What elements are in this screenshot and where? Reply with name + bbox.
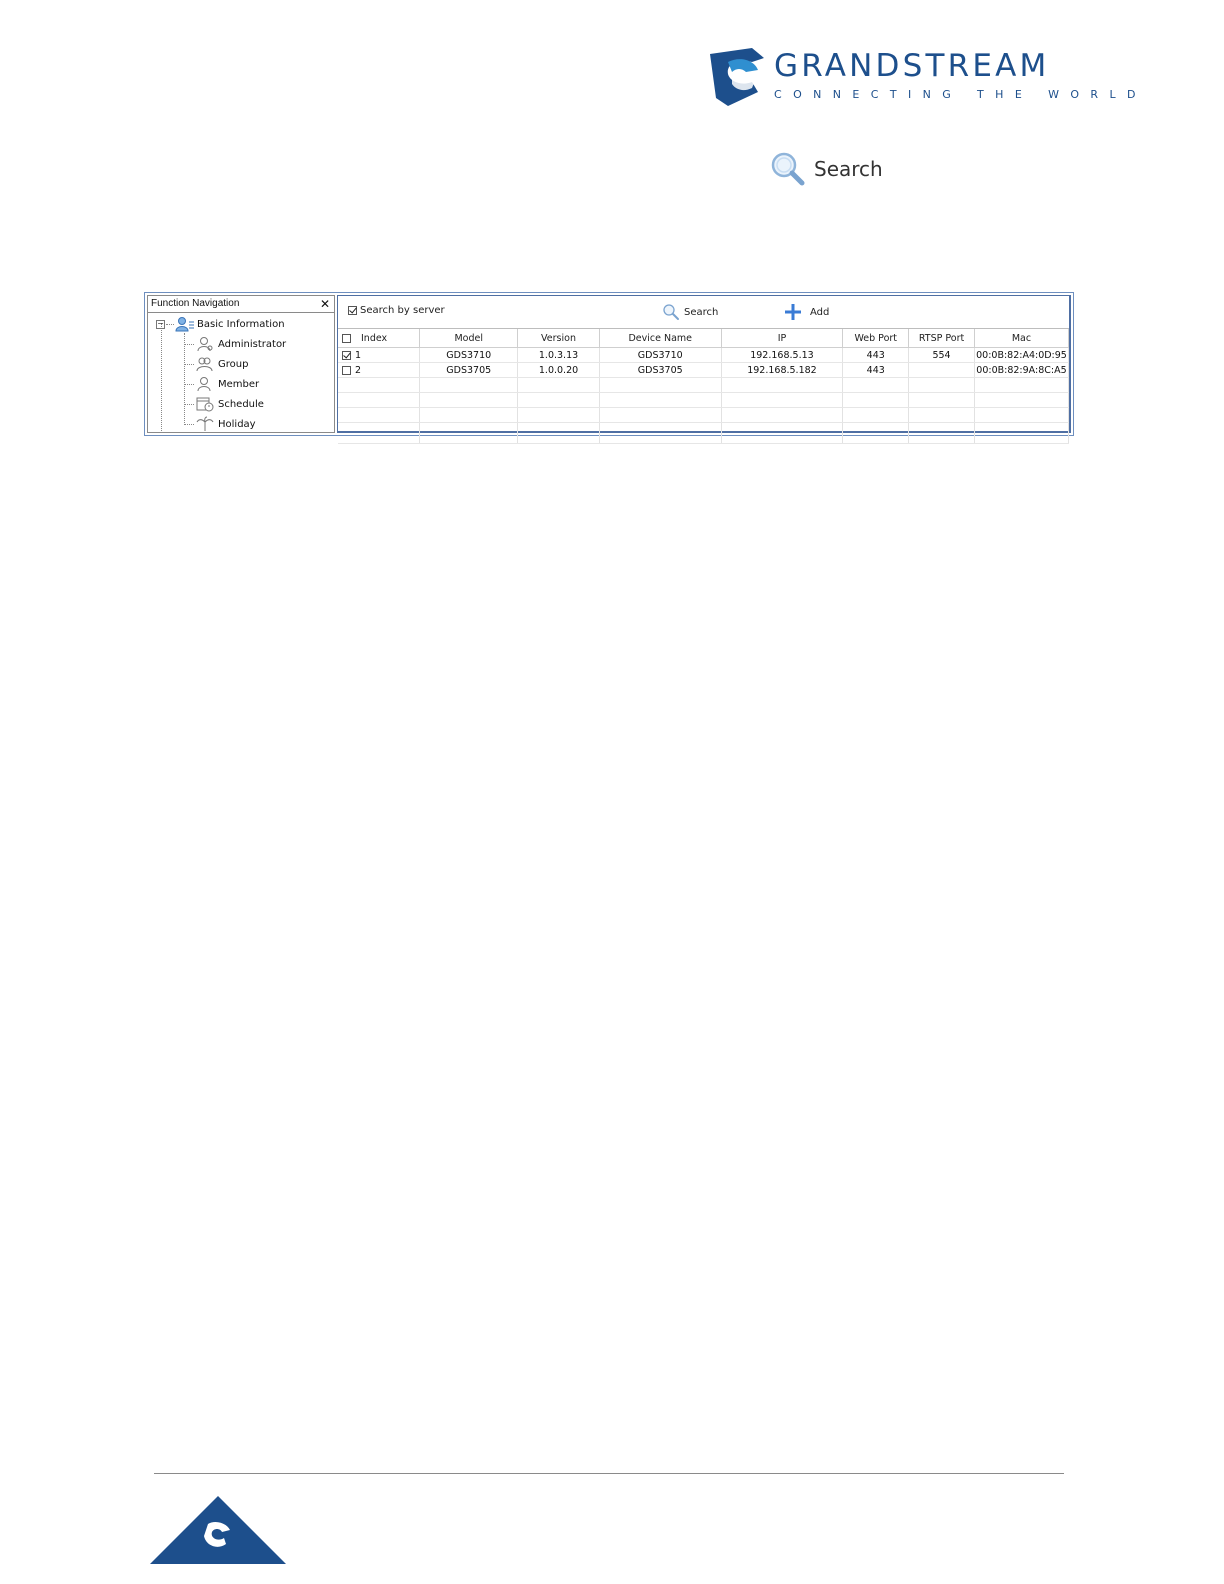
nav-panel-title: Function Navigation ✕ <box>148 296 334 313</box>
search-button-illustration: Search <box>770 150 883 188</box>
row-model: GDS3705 <box>419 362 519 378</box>
col-header-web-port[interactable]: Web Port <box>842 329 910 348</box>
tree-item-label: Member <box>218 378 260 390</box>
select-all-checkbox[interactable] <box>342 333 351 343</box>
tree-item-holiday[interactable]: Holiday <box>184 415 256 432</box>
footer-divider <box>154 1473 1064 1474</box>
row-version: 1.0.0.20 <box>517 362 600 378</box>
close-icon[interactable]: ✕ <box>320 296 330 312</box>
admin-user-icon <box>197 337 213 352</box>
device-search-panel: Search by server Search Add Index Model … <box>337 295 1071 444</box>
row-version: 1.0.3.13 <box>517 347 600 363</box>
add-button-label: Add <box>810 306 830 318</box>
tree-item-label: Holiday <box>218 418 256 430</box>
member-icon <box>197 377 211 392</box>
col-header-model[interactable]: Model <box>419 329 519 348</box>
grandstream-mark-icon <box>710 48 764 106</box>
holiday-palm-icon <box>196 416 214 431</box>
row-rtsp-port: 554 <box>908 347 975 363</box>
search-by-server-label: Search by server <box>360 305 445 316</box>
add-button[interactable]: Add <box>784 303 829 321</box>
row-index-cell[interactable]: 1 <box>338 347 421 363</box>
col-header-mac[interactable]: Mac <box>974 329 1070 348</box>
search-button-label: Search <box>814 157 883 181</box>
row-device-name: GDS3705 <box>599 362 722 378</box>
tree-root-basic-information[interactable]: − Basic Information <box>156 315 285 333</box>
row-index-cell[interactable]: 2 <box>338 362 421 378</box>
empty-row <box>338 377 1070 393</box>
brand-name: GRANDSTREAM <box>774 48 1050 84</box>
tree-item-group[interactable]: Group <box>184 355 248 373</box>
row-ip: 192.168.5.182 <box>721 362 844 378</box>
tree-item-label: Administrator <box>218 338 287 350</box>
tree-item-administrator[interactable]: Administrator <box>184 335 286 353</box>
tree-item-member[interactable]: Member <box>184 375 259 393</box>
search-by-server-checkbox[interactable] <box>348 306 357 315</box>
col-header-device-name[interactable]: Device Name <box>599 329 722 348</box>
collapse-toggle-icon[interactable]: − <box>156 319 165 329</box>
search-by-server-option[interactable]: Search by server <box>348 305 445 316</box>
col-header-version[interactable]: Version <box>517 329 600 348</box>
toolbar: Search by server Search Add <box>338 296 1069 329</box>
grandstream-logo: GRANDSTREAM CONNECTING THE WORLD <box>708 48 1135 108</box>
nav-title-label: Function Navigation <box>151 298 240 309</box>
row-web-port: 443 <box>842 347 910 363</box>
row-mac: 00:0B:82:A4:0D:95 <box>974 347 1070 363</box>
col-header-index[interactable]: Index <box>338 329 421 348</box>
plus-icon <box>785 304 801 320</box>
table-row[interactable]: 2 GDS3705 1.0.0.20 GDS3705 192.168.5.182… <box>338 362 1070 378</box>
tree-root-label: Basic Information <box>197 318 285 330</box>
search-button[interactable]: Search <box>662 303 718 321</box>
row-rtsp-port <box>908 362 975 378</box>
row-ip: 192.168.5.13 <box>721 347 844 363</box>
users-list-icon <box>175 317 194 332</box>
table-header-row: Index Model Version Device Name IP Web P… <box>338 329 1070 348</box>
tree-item-schedule[interactable]: Schedule <box>184 395 264 413</box>
group-icon <box>196 357 213 372</box>
row-web-port: 443 <box>842 362 910 378</box>
col-header-ip[interactable]: IP <box>721 329 844 348</box>
magnifier-icon <box>771 152 805 186</box>
empty-row <box>338 407 1070 423</box>
function-navigation-panel: Function Navigation ✕ − Basic Informatio… <box>147 295 335 433</box>
footer-logo-icon <box>150 1496 286 1564</box>
tree-item-label: Group <box>218 358 249 370</box>
brand-tagline: CONNECTING THE WORLD <box>774 88 1147 101</box>
tree-item-label: Schedule <box>218 398 264 410</box>
empty-row <box>338 392 1070 408</box>
search-icon <box>663 304 679 320</box>
row-mac: 00:0B:82:9A:8C:A5 <box>974 362 1070 378</box>
empty-row <box>338 422 1070 444</box>
device-table: Index Model Version Device Name IP Web P… <box>338 329 1070 444</box>
search-button-label: Search <box>684 306 719 318</box>
row-checkbox[interactable] <box>342 350 351 360</box>
table-row[interactable]: 1 GDS3710 1.0.3.13 GDS3710 192.168.5.13 … <box>338 347 1070 363</box>
row-device-name: GDS3710 <box>599 347 722 363</box>
schedule-icon <box>196 397 214 412</box>
col-header-rtsp-port[interactable]: RTSP Port <box>908 329 975 348</box>
row-checkbox[interactable] <box>342 365 351 375</box>
row-model: GDS3710 <box>419 347 519 363</box>
app-screenshot: Function Navigation ✕ − Basic Informatio… <box>144 292 1074 444</box>
